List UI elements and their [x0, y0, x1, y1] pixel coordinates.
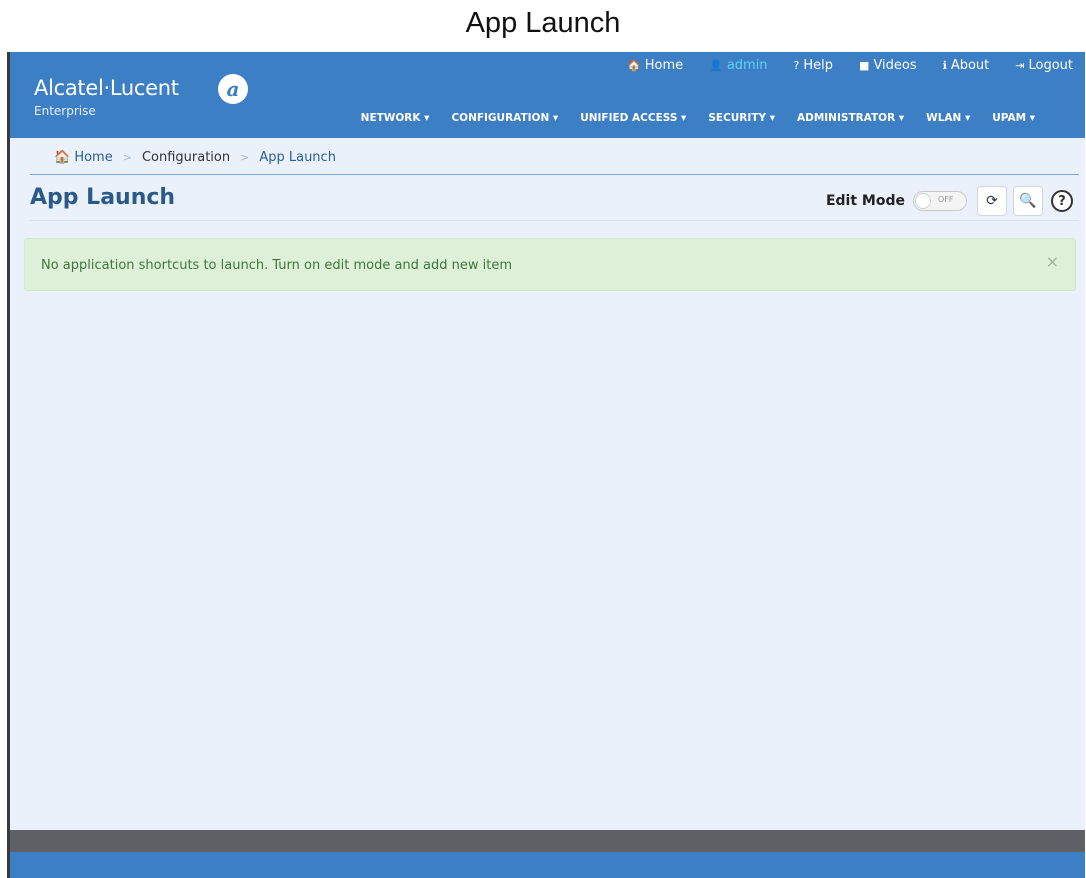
brand-name: Alcatel·Lucent — [34, 76, 179, 100]
util-help-link[interactable]: ? Help — [794, 58, 833, 73]
toggle-knob — [915, 193, 931, 209]
document-title: App Launch — [465, 7, 621, 39]
home-icon: 🏠 — [54, 150, 75, 165]
nav-administrator[interactable]: ADMINISTRATOR ▾ — [797, 112, 904, 124]
nav-upam[interactable]: UPAM ▾ — [992, 112, 1035, 124]
close-icon[interactable]: × — [1046, 252, 1059, 271]
util-videos-label: Videos — [873, 58, 917, 73]
footer-bar — [10, 830, 1085, 852]
empty-state-alert: No application shortcuts to launch. Turn… — [24, 238, 1076, 291]
logout-icon: ⇥ — [1015, 59, 1025, 72]
edit-mode-toggle[interactable]: OFF — [913, 191, 967, 211]
refresh-button[interactable]: ⟳ — [977, 186, 1007, 216]
home-icon: 🏠 — [627, 59, 641, 72]
search-button[interactable]: 🔍 — [1013, 186, 1043, 216]
breadcrumb-home[interactable]: 🏠 Home — [54, 150, 113, 165]
help-button[interactable]: ? — [1051, 190, 1073, 212]
util-about-link[interactable]: ℹ About — [943, 58, 990, 73]
nav-configuration[interactable]: CONFIGURATION ▾ — [451, 112, 558, 124]
nav-wlan[interactable]: WLAN ▾ — [926, 112, 970, 124]
nav-security[interactable]: SECURITY ▾ — [708, 112, 775, 124]
util-logout-link[interactable]: ⇥ Logout — [1015, 58, 1073, 73]
search-icon: 🔍 — [1019, 193, 1037, 209]
brand-logo[interactable]: Alcatel·Lucent Enterprise a — [34, 74, 248, 118]
breadcrumb-current: App Launch — [259, 150, 336, 165]
page-title: App Launch — [30, 185, 176, 210]
nav-unified-access[interactable]: UNIFIED ACCESS ▾ — [580, 112, 686, 124]
util-home-label: Home — [644, 58, 684, 73]
util-logout-label: Logout — [1028, 58, 1073, 73]
breadcrumb-divider — [30, 174, 1079, 175]
user-icon: 👤 — [709, 59, 723, 72]
refresh-icon: ⟳ — [986, 193, 998, 209]
util-videos-link[interactable]: ■ Videos — [859, 58, 917, 73]
util-help-label: Help — [803, 58, 834, 73]
footer-strip — [10, 852, 1085, 878]
app-window: Alcatel·Lucent Enterprise a 🏠 Home 👤 adm… — [7, 52, 1085, 878]
util-user-label: admin — [726, 58, 768, 73]
breadcrumb-separator: > — [122, 151, 132, 164]
edit-mode-label: Edit Mode — [825, 193, 905, 209]
help-icon: ? — [793, 59, 800, 72]
top-header: Alcatel·Lucent Enterprise a 🏠 Home 👤 adm… — [10, 52, 1085, 138]
breadcrumb-separator: > — [240, 151, 250, 164]
toggle-state-label: OFF — [938, 195, 954, 204]
utility-nav: 🏠 Home 👤 admin ? Help ■ Videos ℹ About ⇥ — [601, 58, 1073, 73]
title-divider — [30, 220, 1079, 221]
util-about-label: About — [950, 58, 990, 73]
util-home-link[interactable]: 🏠 Home — [627, 58, 683, 73]
main-nav: NETWORK ▾ CONFIGURATION ▾ UNIFIED ACCESS… — [339, 112, 1035, 124]
page-toolbar: Edit Mode OFF ⟳ 🔍 ? — [826, 186, 1073, 216]
breadcrumb-home-label: Home — [74, 150, 113, 165]
brand-mark-icon: a — [218, 74, 248, 104]
info-icon: ℹ — [942, 59, 947, 72]
util-user-link[interactable]: 👤 admin — [709, 58, 767, 73]
breadcrumb: 🏠 Home > Configuration > App Launch — [54, 150, 336, 165]
video-icon: ■ — [859, 59, 870, 72]
nav-network[interactable]: NETWORK ▾ — [361, 112, 430, 124]
question-icon: ? — [1058, 193, 1066, 209]
breadcrumb-configuration[interactable]: Configuration — [142, 150, 230, 165]
brand-subtitle: Enterprise — [34, 104, 96, 118]
alert-message: No application shortcuts to launch. Turn… — [41, 258, 513, 273]
